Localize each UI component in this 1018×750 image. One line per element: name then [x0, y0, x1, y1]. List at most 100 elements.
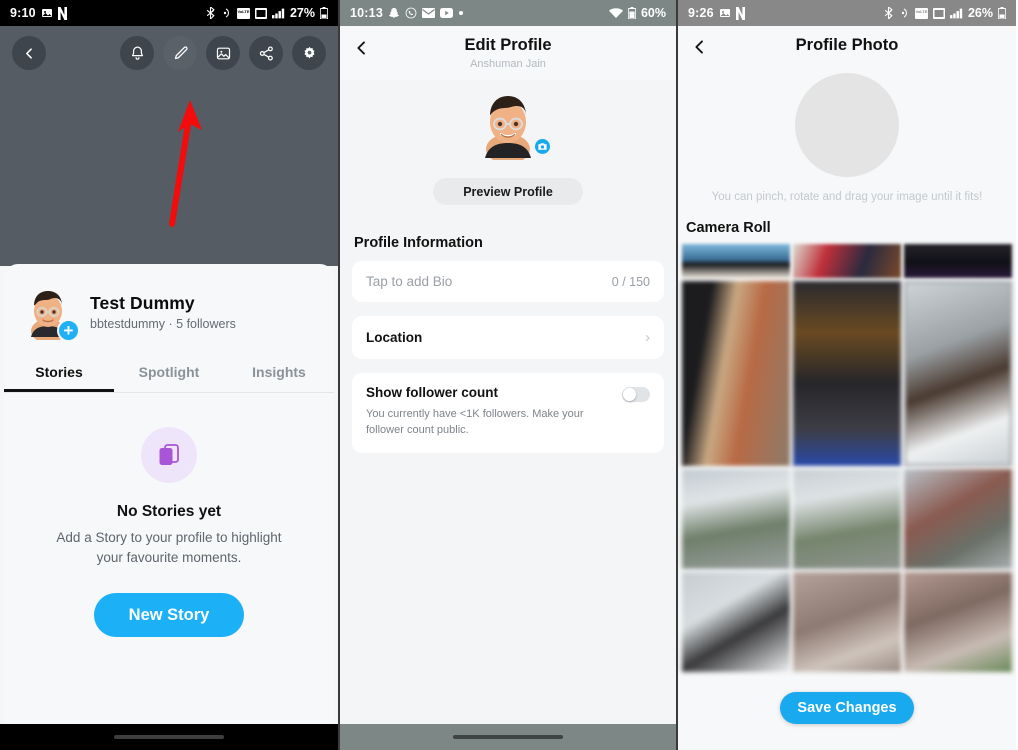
battery-icon — [998, 7, 1006, 19]
status-time: 9:10 — [10, 6, 36, 20]
edit-profile-icon[interactable] — [163, 36, 197, 70]
thumb-street-1[interactable] — [682, 469, 790, 570]
bio-placeholder: Tap to add Bio — [366, 274, 453, 289]
tab-insights[interactable]: Insights — [224, 354, 334, 392]
system-nav-bar-2 — [340, 724, 676, 750]
nav-home-pill[interactable] — [114, 735, 224, 739]
follower-count-title: Show follower count — [366, 385, 498, 400]
battery-icon — [320, 7, 328, 19]
back-button[interactable] — [692, 37, 707, 62]
screenshot-triptych: 9:10 VoLTE 27% + Test Dummy bbtestdummy … — [0, 0, 1018, 750]
profile-photo-header: Profile Photo — [678, 26, 1016, 63]
photo-icon — [41, 7, 53, 19]
thumb-red-art[interactable] — [793, 244, 901, 279]
bluetooth-icon — [206, 7, 215, 19]
profile-hero-banner — [0, 26, 338, 266]
add-story-badge[interactable]: + — [57, 319, 80, 342]
profile-toolbar — [0, 26, 338, 70]
toggle-knob — [623, 388, 636, 401]
thumb-person-dark[interactable] — [682, 281, 790, 467]
panel-profile-screen: 9:10 VoLTE 27% + Test Dummy bbtestdummy … — [0, 0, 340, 750]
system-nav-bar-1 — [0, 724, 338, 750]
location-row[interactable]: Location › — [352, 316, 664, 359]
svg-text:VoLTE: VoLTE — [237, 9, 249, 14]
back-button[interactable] — [354, 38, 369, 63]
status-time: 10:13 — [350, 6, 383, 20]
settings-icon[interactable] — [292, 36, 326, 70]
thumb-screenshot[interactable] — [793, 281, 901, 467]
tab-spotlight[interactable]: Spotlight — [114, 354, 224, 392]
photo-crop-preview[interactable] — [795, 73, 899, 177]
empty-description: Add a Story to your profile to highlight… — [56, 530, 282, 565]
page-title: Edit Profile — [464, 36, 552, 54]
arrow-to-edit-icon — [169, 100, 202, 227]
netflix-icon — [735, 6, 745, 20]
share-profile-icon[interactable] — [249, 36, 283, 70]
sim-icon — [932, 7, 945, 19]
battery-icon — [627, 7, 636, 19]
chevron-right-icon: › — [645, 329, 650, 346]
camera-roll-label: Camera Roll — [686, 220, 771, 237]
panel-edit-profile-screen: 10:13 60% Edit Profile Anshuman Jain Pre… — [340, 0, 678, 750]
avatar[interactable]: + — [20, 284, 80, 343]
show-follower-count-row[interactable]: Show follower count You currently have <… — [352, 373, 664, 453]
back-button[interactable] — [12, 36, 46, 70]
preview-profile-button[interactable]: Preview Profile — [433, 178, 583, 205]
notifications-icon[interactable] — [120, 36, 154, 70]
status-bar-3: 9:26 VoLTE 26% — [678, 0, 1016, 26]
status-time: 9:26 — [688, 6, 714, 20]
profile-name: Test Dummy — [90, 293, 195, 313]
follower-count-description: You currently have <1K followers. Make y… — [366, 408, 584, 436]
panel-profile-photo-screen: 9:26 VoLTE 26% Profile Photo You can pin… — [678, 0, 1016, 750]
profile-tabs: Stories Spotlight Insights — [4, 354, 334, 393]
thumb-street-2[interactable] — [793, 469, 901, 570]
cast-icon — [220, 7, 232, 19]
profile-username-followers: bbtestdummy · 5 followers — [90, 317, 236, 331]
thumb-interior-1[interactable] — [793, 572, 901, 673]
stories-stack-icon — [141, 427, 197, 483]
camera-roll-grid — [678, 244, 1016, 673]
profile-content-card: + Test Dummy bbtestdummy · 5 followers S… — [4, 264, 334, 724]
thumb-dark-text[interactable] — [904, 244, 1012, 279]
thumb-interior-2[interactable] — [904, 572, 1012, 673]
nav-home-pill[interactable] — [453, 735, 563, 739]
new-story-button[interactable]: New Story — [94, 593, 244, 638]
volte-icon: VoLTE — [236, 7, 250, 19]
battery-percent: 26% — [967, 6, 993, 20]
change-photo-camera-icon[interactable] — [533, 137, 552, 156]
tab-stories[interactable]: Stories — [4, 354, 114, 392]
status-bar-1: 9:10 VoLTE 27% — [0, 0, 338, 26]
battery-percent: 27% — [289, 6, 315, 20]
status-bar-2: 10:13 60% — [340, 0, 676, 26]
svg-text:VoLTE: VoLTE — [915, 9, 927, 14]
avatar-section: Preview Profile — [340, 80, 676, 205]
thumb-person-2[interactable] — [682, 572, 790, 673]
location-label: Location — [366, 330, 423, 345]
snapchat-icon — [388, 7, 400, 19]
show-follower-count-toggle[interactable] — [622, 387, 650, 402]
thumb-street-3[interactable] — [904, 469, 1012, 570]
bio-row[interactable]: Tap to add Bio 0 / 150 — [352, 261, 664, 302]
signal-icon — [271, 8, 285, 19]
photo-icon — [719, 7, 731, 19]
page-subtitle: Anshuman Jain — [470, 58, 546, 70]
page-title: Profile Photo — [795, 36, 899, 54]
profile-user-row[interactable]: + Test Dummy bbtestdummy · 5 followers — [4, 264, 334, 354]
cast-icon — [898, 7, 910, 19]
avatar[interactable] — [472, 88, 552, 164]
add-photo-icon[interactable] — [206, 36, 240, 70]
thumb-selfie[interactable] — [904, 281, 1012, 467]
sim-icon — [254, 7, 267, 19]
bluetooth-icon — [884, 7, 893, 19]
gmail-icon — [421, 8, 435, 18]
save-changes-button[interactable]: Save Changes — [780, 692, 914, 724]
empty-title: No Stories yet — [116, 503, 222, 520]
wifi-icon — [608, 7, 623, 19]
thumb-sky[interactable] — [682, 244, 790, 279]
signal-icon — [949, 8, 963, 19]
youtube-icon — [439, 8, 453, 18]
whatsapp-icon — [405, 7, 417, 19]
battery-percent: 60% — [640, 6, 666, 20]
stories-empty-state: No Stories yet Add a Story to your profi… — [4, 393, 334, 638]
edit-profile-header: Edit Profile Anshuman Jain — [340, 26, 676, 80]
